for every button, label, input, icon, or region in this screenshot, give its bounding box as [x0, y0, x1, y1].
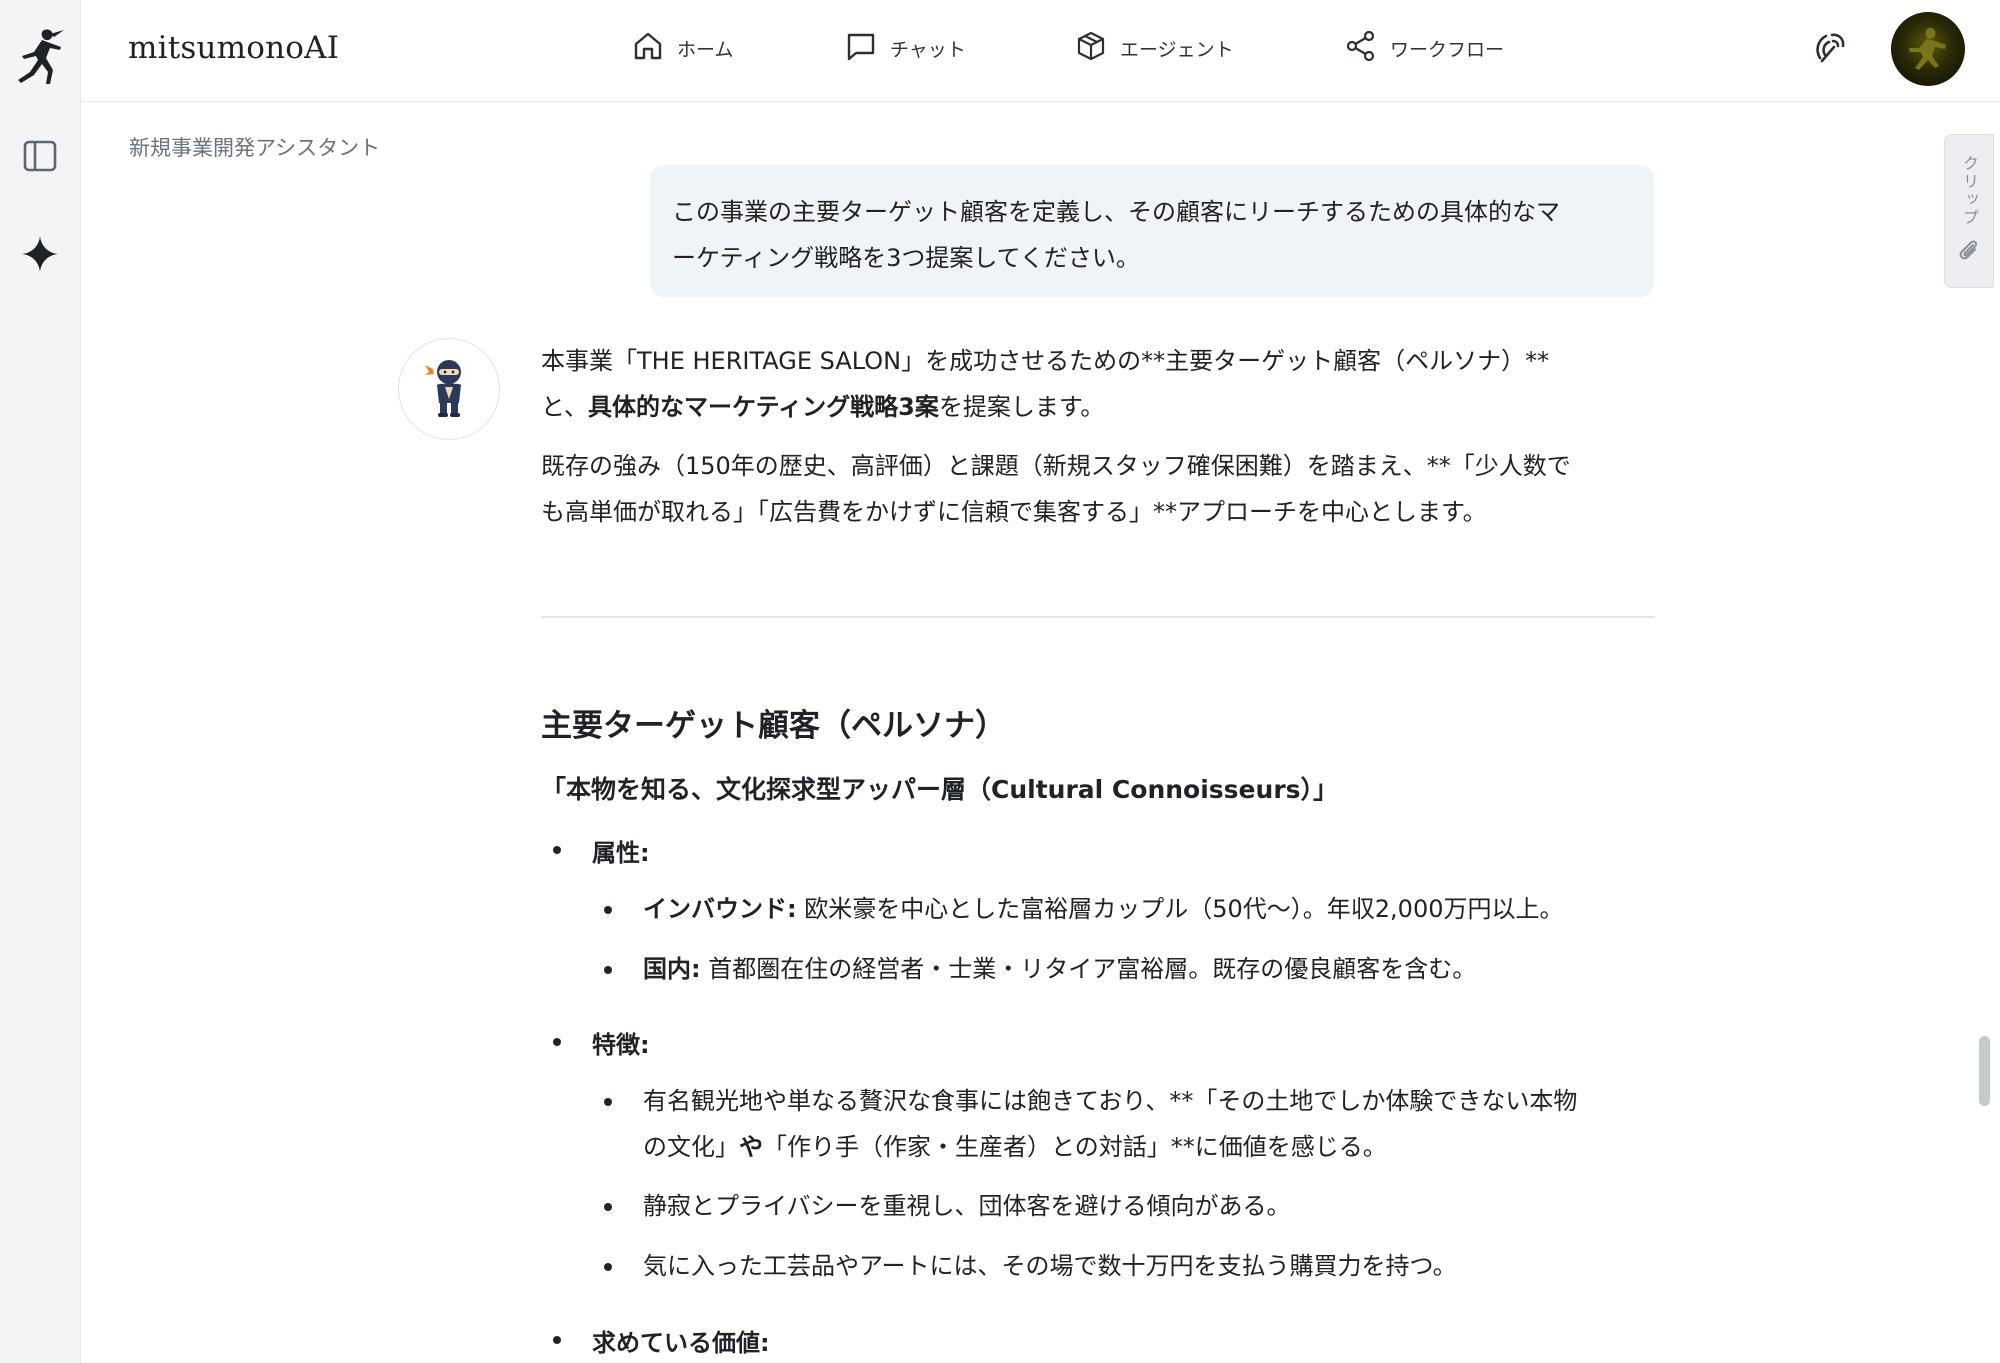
nav-chat[interactable]: チャット: [844, 28, 966, 68]
section-divider: [541, 616, 1655, 618]
list-heading-attributes: 属性:: [592, 839, 650, 867]
answer-line: 既存の強み（150年の歴史、高評価）と課題（新規スタッフ確保困難）を踏まえ、**…: [541, 452, 1571, 480]
list-item: 静寂とプライバシーを重視し、団体客を避ける傾向がある。: [643, 1192, 1291, 1220]
nav-agent-label: エージェント: [1120, 38, 1234, 61]
nav-home-label: ホーム: [677, 38, 734, 61]
list-item: 有名観光地や単なる贅沢な食事には飽きており、**「その土地でしか体験できない本物…: [643, 1078, 1577, 1170]
nav-agent[interactable]: エージェント: [1074, 28, 1234, 68]
answer-bold-text: 具体的なマーケティング戦略3案: [588, 393, 939, 421]
home-icon: [631, 29, 665, 68]
left-rail: [0, 0, 81, 1363]
answer-text: を提案します。: [938, 393, 1105, 421]
user-message-line: ーケティング戦略を3つ提案してください。: [672, 244, 1140, 272]
bullet-dot: [604, 1203, 612, 1211]
nav-workflow[interactable]: ワークフロー: [1344, 28, 1504, 68]
section-heading: 主要ターゲット顧客（ペルソナ）: [541, 708, 1006, 744]
ninja-mascot-icon: [423, 355, 475, 423]
list-heading-features: 特徴:: [592, 1031, 650, 1059]
list-item-text: 「作り手（作家・生産者）との対話」**に価値を感じる。: [763, 1133, 1387, 1161]
answer-line: も高単価が取れる」「広告費をかけずに信頼で集客する」**アプローチを中心とします…: [541, 498, 1487, 526]
answer-paragraph-1: 本事業「THE HERITAGE SALON」を成功させるための**主要ターゲッ…: [541, 338, 1661, 430]
list-item-label: インバウンド:: [643, 895, 797, 923]
bullet-dot: [553, 846, 561, 854]
answer-paragraph-2: 既存の強み（150年の歴史、高評価）と課題（新規スタッフ確保困難）を踏まえ、**…: [541, 443, 1661, 535]
list-item: 国内: 首都圏在住の経営者・士業・リタイア富裕層。既存の優良顧客を含む。: [643, 946, 1476, 992]
bullet-dot: [553, 1038, 561, 1046]
nav-home[interactable]: ホーム: [631, 28, 733, 68]
toggle-sidebar-button[interactable]: [20, 138, 60, 178]
answer-line: と、具体的なマーケティング戦略3案を提案します。: [541, 384, 1661, 430]
sidebar-panel-icon: [22, 138, 58, 178]
assistant-name: 新規事業開発アシスタント: [129, 136, 381, 160]
user-message-line: この事業の主要ターゲット顧客を定義し、その顧客にリーチするための具体的なマ: [672, 198, 1560, 226]
paperclip-icon: [1956, 237, 1982, 267]
list-heading-value: 求めている価値:: [592, 1329, 770, 1357]
user-avatar[interactable]: [1891, 12, 1965, 86]
persona-title: 「本物を知る、文化探求型アッパー層（Cultural Connoisseurs）…: [541, 775, 1339, 804]
list-item-line: 有名観光地や単なる贅沢な食事には飽きており、**「その土地でしか体験できない本物: [643, 1087, 1578, 1115]
answer-line: 本事業「THE HERITAGE SALON」を成功させるための**主要ターゲッ…: [541, 347, 1550, 375]
satellite-dish-icon: [1812, 28, 1850, 70]
ninja-logo-icon[interactable]: [14, 26, 66, 86]
new-chat-button[interactable]: [18, 234, 62, 278]
assistant-avatar: [398, 338, 500, 440]
signal-button[interactable]: [1810, 28, 1852, 70]
list-item-label: 国内:: [643, 955, 701, 983]
bullet-dot: [604, 1263, 612, 1271]
chat-icon: [844, 29, 878, 68]
clip-label: クリップ: [1960, 155, 1979, 227]
bullet-dot: [604, 906, 612, 914]
nav-chat-label: チャット: [890, 38, 966, 61]
answer-text: と、: [541, 393, 589, 421]
share-nodes-icon: [1344, 29, 1378, 68]
scrollbar-track[interactable]: [1978, 290, 1992, 1363]
list-item-text: の文化」: [643, 1133, 739, 1161]
list-item: インバウンド: 欧米豪を中心とした富裕層カップル（50代〜）。年収2,000万円…: [643, 886, 1563, 932]
scrollbar-thumb[interactable]: [1979, 1036, 1990, 1106]
top-bar: mitsumonoAI: [81, 0, 2000, 102]
bullet-dot: [604, 1098, 612, 1106]
bullet-dot: [604, 966, 612, 974]
list-item-text: 首都圏在住の経営者・士業・リタイア富裕層。既存の優良顧客を含む。: [700, 955, 1477, 983]
nav-workflow-label: ワークフロー: [1390, 38, 1505, 61]
clip-panel-tab[interactable]: クリップ: [1944, 134, 1994, 288]
cube-icon: [1074, 29, 1108, 68]
brand-title[interactable]: mitsumonoAI: [128, 30, 339, 66]
list-item: 気に入った工芸品やアートには、その場で数十万円を支払う購買力を持つ。: [643, 1252, 1457, 1280]
list-item-text: 欧米豪を中心とした富裕層カップル（50代〜）。年収2,000万円以上。: [796, 895, 1564, 923]
list-item-line: の文化」や「作り手（作家・生産者）との対話」**に価値を感じる。: [643, 1124, 1577, 1170]
sparkle-icon: [20, 234, 60, 278]
user-message-bubble: この事業の主要ターゲット顧客を定義し、その顧客にリーチするための具体的なマ ーケ…: [650, 165, 1654, 297]
bullet-dot: [553, 1336, 561, 1344]
list-item-bold: や: [739, 1133, 763, 1161]
